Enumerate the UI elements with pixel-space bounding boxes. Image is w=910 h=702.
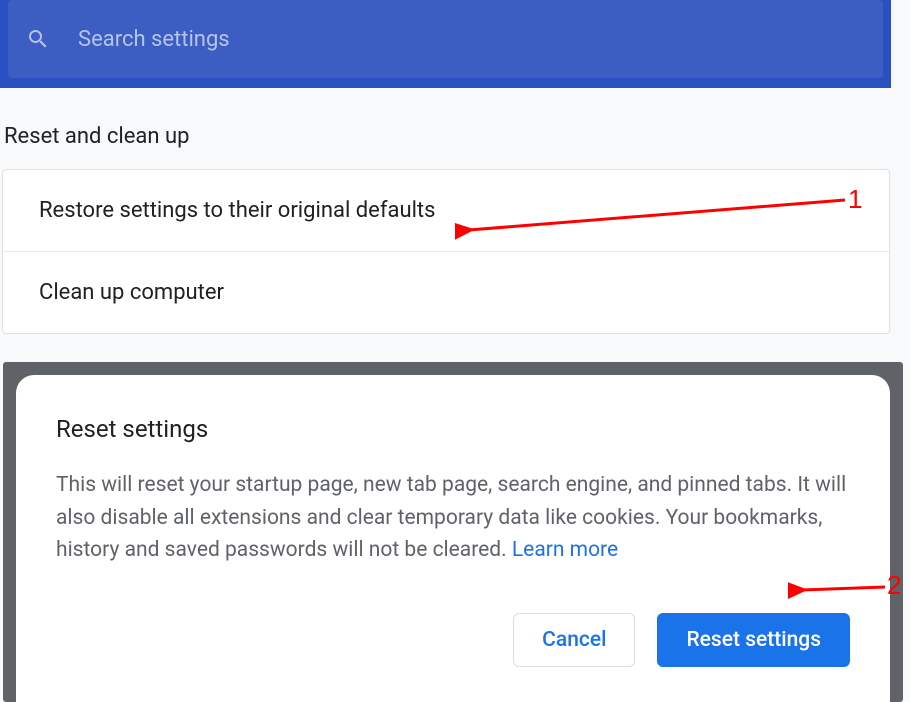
clean-up-computer-row[interactable]: Clean up computer — [3, 252, 889, 333]
restore-defaults-row[interactable]: Restore settings to their original defau… — [3, 170, 889, 252]
annotation-label-1: 1 — [848, 184, 862, 215]
dialog-title: Reset settings — [56, 415, 850, 443]
dialog-overlay: Reset settings This will reset your star… — [3, 362, 903, 702]
reset-settings-button[interactable]: Reset settings — [657, 613, 850, 667]
section-title: Reset and clean up — [0, 88, 910, 169]
search-icon — [26, 27, 50, 51]
search-bar-container — [0, 0, 891, 88]
search-bar[interactable] — [8, 0, 883, 78]
dialog-body-text: This will reset your startup page, new t… — [56, 473, 846, 562]
dialog-body: This will reset your startup page, new t… — [56, 469, 850, 567]
learn-more-link[interactable]: Learn more — [512, 538, 618, 562]
annotation-label-2: 2 — [887, 570, 901, 601]
cancel-button[interactable]: Cancel — [513, 613, 635, 667]
settings-card: Restore settings to their original defau… — [2, 169, 890, 334]
dialog-buttons: Cancel Reset settings — [56, 613, 850, 667]
search-input[interactable] — [78, 27, 678, 52]
reset-settings-dialog: Reset settings This will reset your star… — [16, 375, 890, 702]
